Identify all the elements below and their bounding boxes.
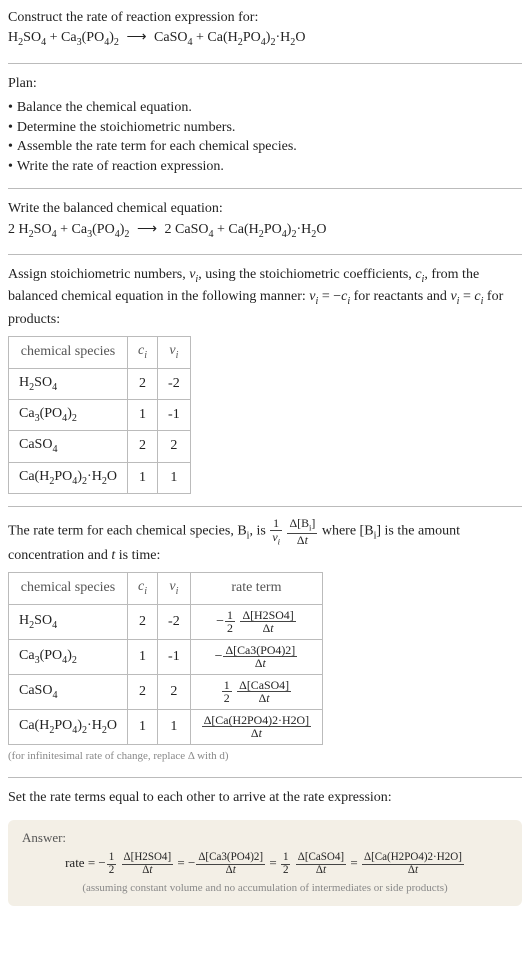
ci-cell: 1 [128,400,158,431]
rate-cell: −Δ[Ca3(PO4)2]Δt [190,639,322,674]
table-row: Ca(H2PO4)2·H2O 1 1 [9,462,191,493]
table-row: Ca(H2PO4)2·H2O 1 1 Δ[Ca(H2PO4)2·H2O]Δt [9,709,323,744]
species-cell: H2SO4 [9,604,128,639]
ci-cell: 1 [128,639,158,674]
rate-cell: Δ[Ca(H2PO4)2·H2O]Δt [190,709,322,744]
col-species: chemical species [9,573,128,604]
table-row: CaSO4 2 2 [9,431,191,462]
vi-cell: 2 [158,674,191,709]
rateterm-text: where [B [322,524,374,539]
rateterm-text: is time: [115,548,160,563]
bullet-icon: • [8,137,13,157]
col-vi: νi [158,573,191,604]
answer-label: Answer: [22,830,508,846]
ci-cell: 1 [128,462,158,493]
ci-cell: 2 [128,431,158,462]
unbalanced-equation: H2SO4 + Ca3(PO4)2 ⟶ CaSO4 + Ca(H2PO4)2·H… [8,28,522,50]
bullet-icon: • [8,118,13,138]
set-equal-section: Set the rate terms equal to each other t… [8,788,522,808]
col-vi: νi [158,337,191,368]
plan-item-text: Assemble the rate term for each chemical… [17,137,297,157]
balanced-title: Write the balanced chemical equation: [8,199,522,219]
answer-note: (assuming constant volume and no accumul… [22,882,508,894]
answer-box: Answer: rate = −12 Δ[H2SO4]Δt = −Δ[Ca3(P… [8,820,522,906]
ci-cell: 2 [128,674,158,709]
vi-cell: -2 [158,368,191,399]
col-species: chemical species [9,337,128,368]
table-header-row: chemical species ci νi rate term [9,573,323,604]
plan-item-text: Determine the stoichiometric numbers. [17,118,236,138]
footnote: (for infinitesimal rate of change, repla… [8,749,522,765]
bullet-icon: • [8,98,13,118]
rateterm-text: , is [249,524,269,539]
divider [8,506,522,507]
table-row: H2SO4 2 -2 [9,368,191,399]
table-header-row: chemical species ci νi [9,337,191,368]
ci-cell: 2 [128,368,158,399]
plan-item-text: Write the rate of reaction expression. [17,157,224,177]
list-item: •Assemble the rate term for each chemica… [8,137,522,157]
list-item: •Write the rate of reaction expression. [8,157,522,177]
plan-section: Plan: •Balance the chemical equation. •D… [8,74,522,177]
ci-cell: 2 [128,604,158,639]
assign-text: for reactants and [350,289,450,304]
plan-title: Plan: [8,74,522,94]
divider [8,254,522,255]
table-row: H2SO4 2 -2 −12 Δ[H2SO4]Δt [9,604,323,639]
assign-text: , using the stoichiometric coefficients, [198,267,415,282]
plan-item-text: Balance the chemical equation. [17,98,192,118]
list-item: •Determine the stoichiometric numbers. [8,118,522,138]
vi-cell: 1 [158,709,191,744]
vi-cell: 2 [158,431,191,462]
table-row: CaSO4 2 2 12 Δ[CaSO4]Δt [9,674,323,709]
rateterm-table: chemical species ci νi rate term H2SO4 2… [8,572,323,744]
ci-cell: 1 [128,709,158,744]
rate-cell: 12 Δ[CaSO4]Δt [190,674,322,709]
species-cell: H2SO4 [9,368,128,399]
table-row: Ca3(PO4)2 1 -1 [9,400,191,431]
rate-cell: −12 Δ[H2SO4]Δt [190,604,322,639]
rateterm-section: The rate term for each chemical species,… [8,517,522,765]
delta-bi-over-dt: Δ[Bi]Δt [286,517,318,546]
col-rate: rate term [190,573,322,604]
divider [8,188,522,189]
species-cell: Ca3(PO4)2 [9,400,128,431]
vi-cell: -2 [158,604,191,639]
vi-cell: 1 [158,462,191,493]
col-ci: ci [128,573,158,604]
species-cell: CaSO4 [9,431,128,462]
bullet-icon: • [8,157,13,177]
species-cell: Ca(H2PO4)2·H2O [9,709,128,744]
species-cell: CaSO4 [9,674,128,709]
divider [8,63,522,64]
vi-cell: -1 [158,400,191,431]
divider [8,777,522,778]
prompt-title: Construct the rate of reaction expressio… [8,8,522,28]
balanced-equation: 2 H2SO4 + Ca3(PO4)2 ⟶ 2 CaSO4 + Ca(H2PO4… [8,220,522,242]
rate-prefix: rate = [65,855,98,870]
rate-expression: rate = −12 Δ[H2SO4]Δt = −Δ[Ca3(PO4)2]Δt … [22,852,508,876]
set-equal-text: Set the rate terms equal to each other t… [8,788,522,808]
plan-list: •Balance the chemical equation. •Determi… [8,98,522,176]
one-over-nu: 1νi [269,517,283,546]
balanced-section: Write the balanced chemical equation: 2 … [8,199,522,242]
vi-cell: -1 [158,639,191,674]
assign-text: Assign stoichiometric numbers, [8,267,189,282]
stoich-table: chemical species ci νi H2SO4 2 -2 Ca3(PO… [8,336,191,494]
prompt-section: Construct the rate of reaction expressio… [8,8,522,51]
col-ci: ci [128,337,158,368]
rateterm-text: The rate term for each chemical species,… [8,524,247,539]
species-cell: Ca3(PO4)2 [9,639,128,674]
species-cell: Ca(H2PO4)2·H2O [9,462,128,493]
list-item: •Balance the chemical equation. [8,98,522,118]
table-row: Ca3(PO4)2 1 -1 −Δ[Ca3(PO4)2]Δt [9,639,323,674]
assign-section: Assign stoichiometric numbers, νi , using… [8,265,522,494]
